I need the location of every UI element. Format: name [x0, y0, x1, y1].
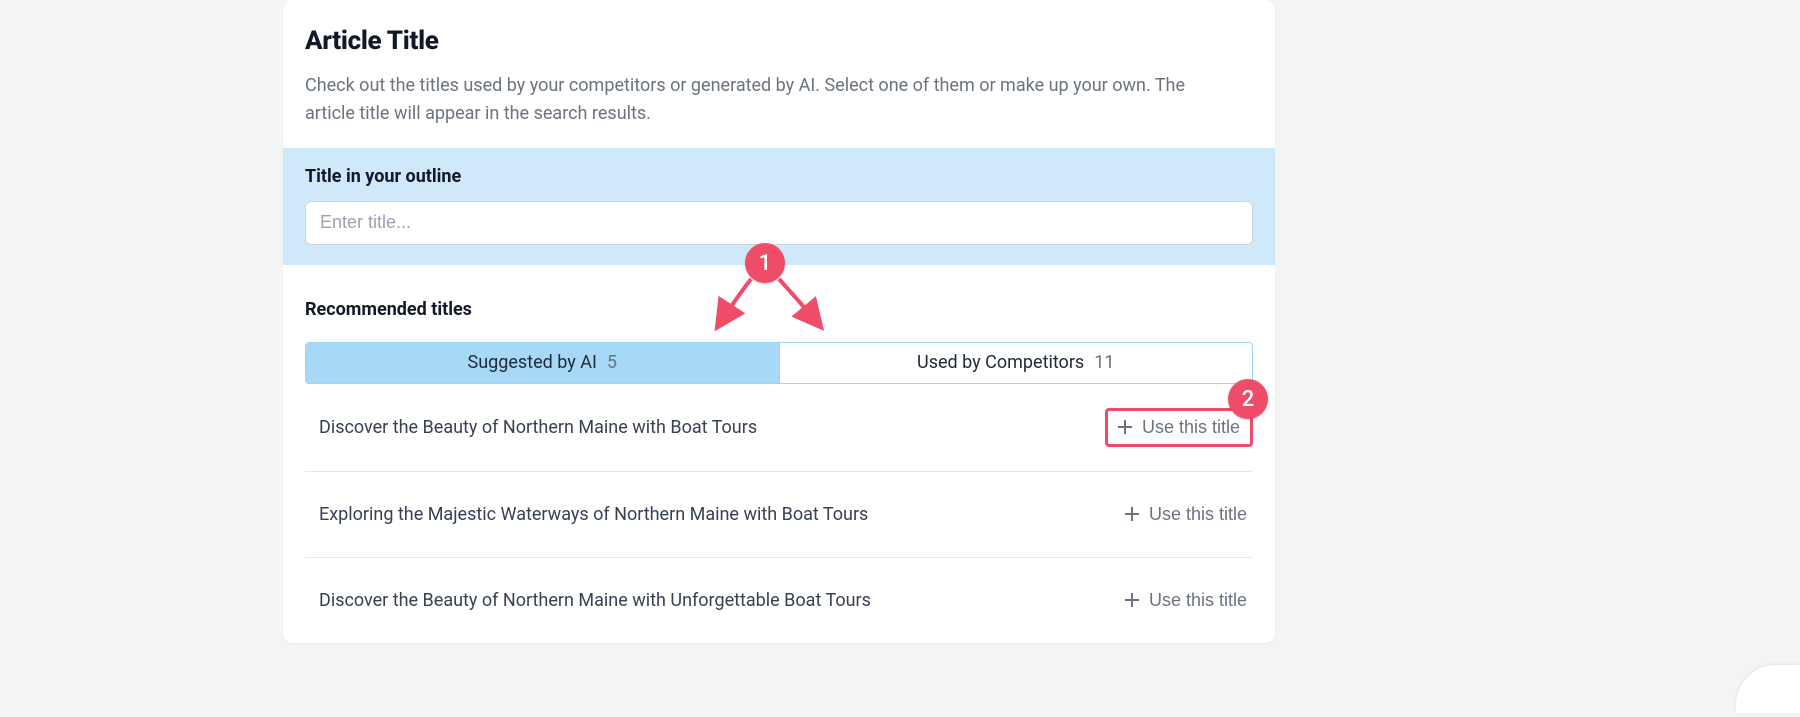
page-title: Article Title: [305, 26, 1253, 56]
suggested-title-text: Discover the Beauty of Northern Maine wi…: [319, 417, 757, 438]
list-item: Discover the Beauty of Northern Maine wi…: [305, 558, 1253, 643]
page-description: Check out the titles used by your compet…: [305, 72, 1225, 128]
use-button-label: Use this title: [1149, 590, 1247, 611]
outline-label: Title in your outline: [305, 166, 1253, 187]
list-item: Exploring the Majestic Waterways of Nort…: [305, 472, 1253, 558]
suggested-title-text: Discover the Beauty of Northern Maine wi…: [319, 590, 871, 611]
title-source-tabs: Suggested by AI 5 Used by Competitors 11: [305, 342, 1253, 384]
tab-count: 5: [607, 352, 617, 373]
list-item: Discover the Beauty of Northern Maine wi…: [305, 384, 1253, 472]
tab-label: Used by Competitors: [917, 352, 1084, 373]
recommended-heading: Recommended titles: [305, 299, 1253, 320]
floating-help-widget[interactable]: [1736, 665, 1800, 713]
plus-icon: [1125, 507, 1139, 521]
outline-section: Title in your outline: [283, 148, 1275, 265]
annotation-badge-1: 1: [745, 243, 785, 283]
tab-label: Suggested by AI: [468, 352, 597, 373]
use-button-label: Use this title: [1149, 504, 1247, 525]
annotation-badge-2: 2: [1228, 379, 1268, 419]
tab-suggested-by-ai[interactable]: Suggested by AI 5: [306, 343, 779, 383]
use-this-title-button[interactable]: Use this title: [1119, 496, 1253, 533]
card-header: Article Title Check out the titles used …: [283, 0, 1275, 148]
use-this-title-button[interactable]: Use this title: [1105, 408, 1253, 447]
use-button-label: Use this title: [1142, 417, 1240, 438]
use-this-title-button[interactable]: Use this title: [1119, 582, 1253, 619]
plus-icon: [1118, 420, 1132, 434]
tab-used-by-competitors[interactable]: Used by Competitors 11: [779, 343, 1253, 383]
recommended-section: Recommended titles Suggested by AI 5 Use…: [283, 265, 1275, 643]
tab-count: 11: [1094, 352, 1114, 373]
suggested-title-text: Exploring the Majestic Waterways of Nort…: [319, 504, 868, 525]
title-input[interactable]: [305, 201, 1253, 245]
article-title-card: Article Title Check out the titles used …: [283, 0, 1275, 643]
suggested-titles-list: Discover the Beauty of Northern Maine wi…: [305, 384, 1253, 643]
plus-icon: [1125, 593, 1139, 607]
